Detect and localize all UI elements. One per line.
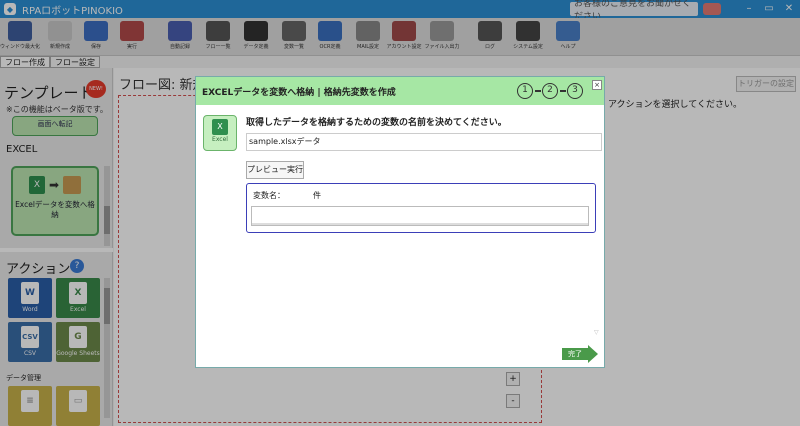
dialog-header: EXCELデータを変数へ格納 | 格納先変数を作成 1 2 3 × (196, 77, 604, 105)
dialog-instruction: 取得したデータを格納するための変数の名前を決めてください。 (246, 118, 507, 128)
step-connector (560, 90, 566, 92)
dialog-close-button[interactable]: × (592, 80, 602, 90)
excel-logo: X (212, 119, 228, 135)
dialog: EXCELデータを変数へ格納 | 格納先変数を作成 1 2 3 × X Exce… (195, 76, 605, 368)
excel-icon: X Excel (203, 115, 237, 151)
step-connector (535, 90, 541, 92)
variable-name-panel: 変数名： 件 (246, 183, 596, 233)
step-2-indicator: 2 (542, 83, 558, 99)
scroll-down-icon: ▽ (594, 329, 599, 336)
variable-count-label: 件 (313, 191, 321, 200)
variable-name-input[interactable] (251, 206, 589, 226)
arrow-right-icon (588, 345, 598, 363)
data-source-field: sample.xlsxデータ (246, 133, 602, 151)
variable-name-label: 変数名： (253, 191, 285, 200)
step-3-indicator: 3 (567, 83, 583, 99)
dialog-title: EXCELデータを変数へ格納 | 格納先変数を作成 (202, 88, 396, 98)
done-button[interactable]: 完了 (562, 345, 598, 363)
preview-run-button[interactable]: プレビュー実行 (246, 161, 304, 179)
step-1-indicator: 1 (517, 83, 533, 99)
